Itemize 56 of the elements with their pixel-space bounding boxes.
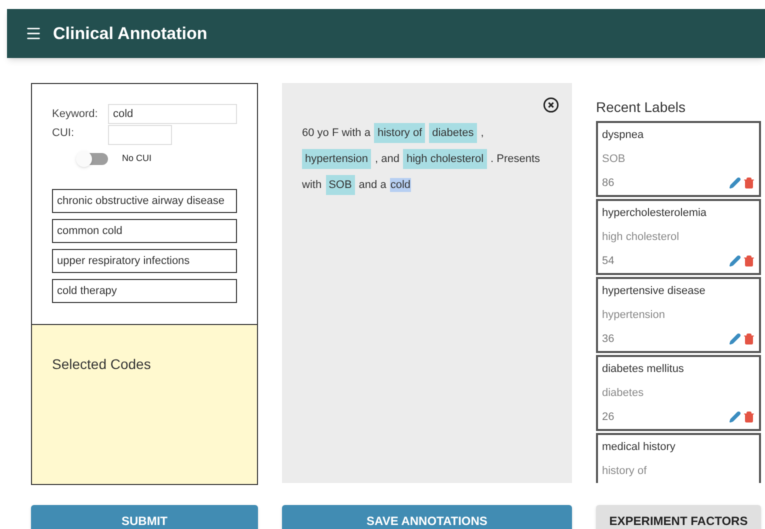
close-icon[interactable] (543, 97, 559, 113)
label-name: diabetes mellitus (602, 362, 685, 377)
label-count: 54 (602, 254, 614, 269)
label-name: hypercholesterolemia (602, 206, 708, 221)
delete-icon[interactable] (743, 255, 755, 268)
edit-icon[interactable] (729, 177, 741, 190)
note-text: , (480, 126, 484, 140)
label-name: dyspnea (602, 128, 645, 143)
label-name: hypertensive disease (602, 284, 706, 299)
label-count: 26 (602, 410, 614, 425)
result-item[interactable]: chronic obstructive airway disease (52, 189, 237, 213)
label-card[interactable]: diabetes mellitus diabetes 26 (596, 355, 761, 431)
delete-icon[interactable] (743, 333, 755, 346)
cui-field[interactable] (108, 125, 172, 145)
label-card[interactable]: hypercholesterolemia high cholesterol 54 (596, 199, 761, 275)
selected-codes-title: Selected Codes (52, 356, 151, 372)
edit-icon[interactable] (729, 333, 741, 346)
edit-icon[interactable] (729, 411, 741, 424)
note-text: and a (358, 178, 386, 192)
annotation-tag[interactable]: high cholesterol (403, 149, 487, 169)
label-text: diabetes (602, 386, 645, 401)
result-item[interactable]: upper respiratory infections (52, 249, 237, 273)
note-text: , and (375, 152, 400, 166)
note-text: 60 yo F with a (302, 126, 370, 140)
result-item[interactable]: common cold (52, 219, 237, 243)
keyword-label: Keyword: (52, 106, 99, 122)
label-card[interactable]: hypertensive disease hypertension 36 (596, 277, 761, 353)
note-text: . Presents (490, 152, 540, 166)
annotation-tag[interactable]: hypertension (302, 149, 371, 169)
annotation-tag[interactable]: SOB (326, 175, 355, 195)
label-card[interactable]: dyspnea SOB 86 (596, 121, 761, 197)
label-text: history of (602, 464, 648, 479)
cui-label: CUI: (52, 126, 75, 141)
label-count: 86 (602, 176, 614, 191)
label-text: hypertension (602, 308, 666, 323)
no-cui-toggle[interactable] (76, 151, 110, 167)
label-text: high cholesterol (602, 230, 680, 245)
annotation-tag[interactable]: cold (390, 178, 411, 192)
action-button[interactable]: SUBMIT (31, 505, 258, 529)
recent-labels-title: Recent Labels (596, 98, 687, 117)
keyword-field[interactable]: cold (108, 104, 237, 124)
label-name: medical history (602, 440, 676, 455)
edit-icon[interactable] (729, 255, 741, 268)
note-text: with (302, 178, 322, 192)
delete-icon[interactable] (743, 177, 755, 190)
no-cui-label: No CUI (122, 152, 152, 166)
menu-icon[interactable] (25, 25, 42, 42)
secondary-button[interactable]: EXPERIMENT FACTORS (596, 505, 761, 529)
label-count: 36 (602, 332, 614, 347)
action-button[interactable]: SAVE ANNOTATIONS (282, 505, 572, 529)
annotation-tag[interactable]: history of (374, 123, 426, 143)
app-title: Clinical Annotation (53, 22, 208, 45)
label-text: SOB (602, 152, 626, 167)
result-item[interactable]: cold therapy (52, 279, 237, 303)
delete-icon[interactable] (743, 411, 755, 424)
annotation-tag[interactable]: diabetes (429, 123, 477, 143)
